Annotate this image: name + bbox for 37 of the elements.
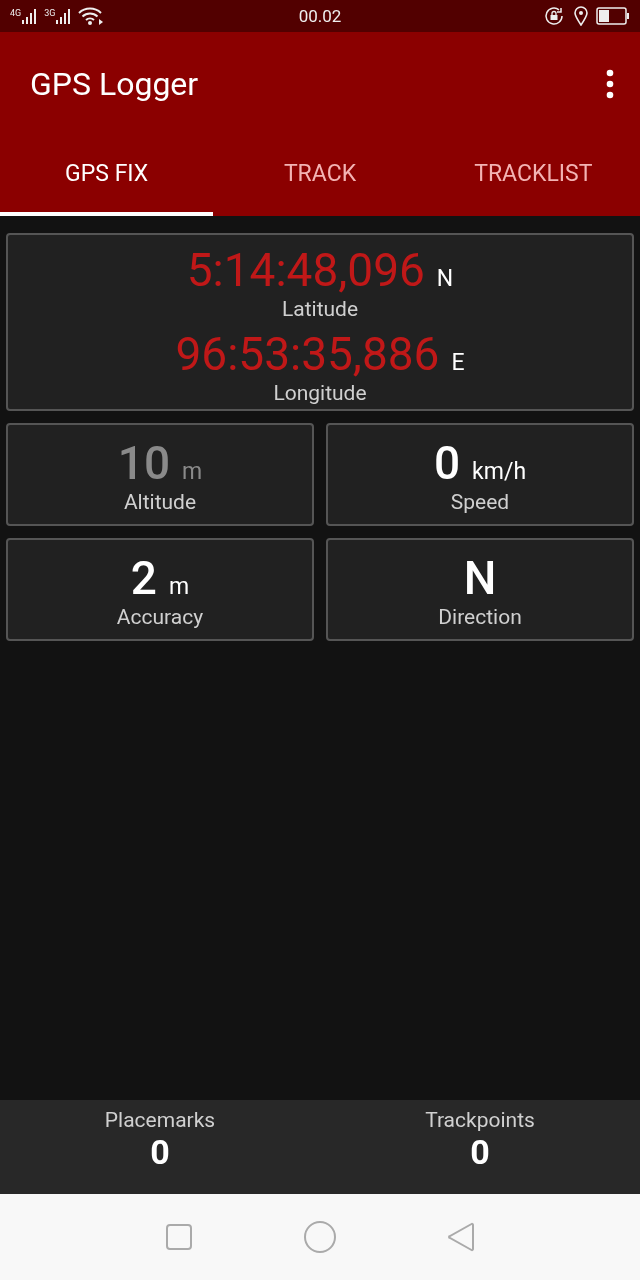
unit-label: m	[169, 572, 190, 600]
signal-bars-icon	[22, 8, 39, 24]
signal-bars-icon	[56, 8, 73, 24]
tab[interactable]: GPS FIX	[0, 135, 214, 216]
reading-label: Direction	[438, 604, 522, 629]
reading-label: Speed	[450, 489, 510, 514]
back-button[interactable]	[447, 1222, 475, 1252]
recents-button[interactable]	[165, 1223, 193, 1251]
coordinate-value: 96:53:35,886	[175, 327, 440, 381]
location-pin-icon	[574, 6, 588, 26]
unit-label: km/h	[472, 457, 527, 485]
battery-icon	[596, 7, 630, 25]
coordinate-label: Longitude	[273, 381, 367, 405]
tab[interactable]: TRACK	[213, 135, 427, 216]
counter-value: 0	[150, 1132, 170, 1172]
counter-label: Placemarks	[104, 1108, 216, 1132]
reading-label: Accuracy	[116, 604, 204, 629]
wifi-icon	[78, 6, 105, 26]
app-title: GPS Logger	[30, 64, 200, 103]
reading-value: 2	[130, 550, 157, 605]
counter-label: Trackpoints	[425, 1108, 535, 1132]
reading-value: N	[463, 550, 497, 605]
unit-label: m	[182, 457, 203, 485]
clock-time: 00.02	[297, 6, 343, 26]
coordinate-value: 5:14:48,096	[186, 243, 425, 297]
network-type-label: 3G	[44, 8, 56, 18]
reading-value: 10	[117, 435, 171, 490]
hemisphere-label: N	[436, 265, 454, 292]
reading-label: Altitude	[123, 489, 197, 514]
rotation-lock-icon	[544, 6, 566, 26]
home-button[interactable]	[303, 1220, 337, 1254]
hemisphere-label: E	[451, 349, 465, 376]
network-type-label: 4G	[10, 8, 22, 18]
coordinate-label: Latitude	[281, 297, 359, 321]
tab[interactable]: TRACKLIST	[426, 135, 640, 216]
counter-value: 0	[470, 1132, 490, 1172]
reading-value: 0	[433, 435, 461, 490]
